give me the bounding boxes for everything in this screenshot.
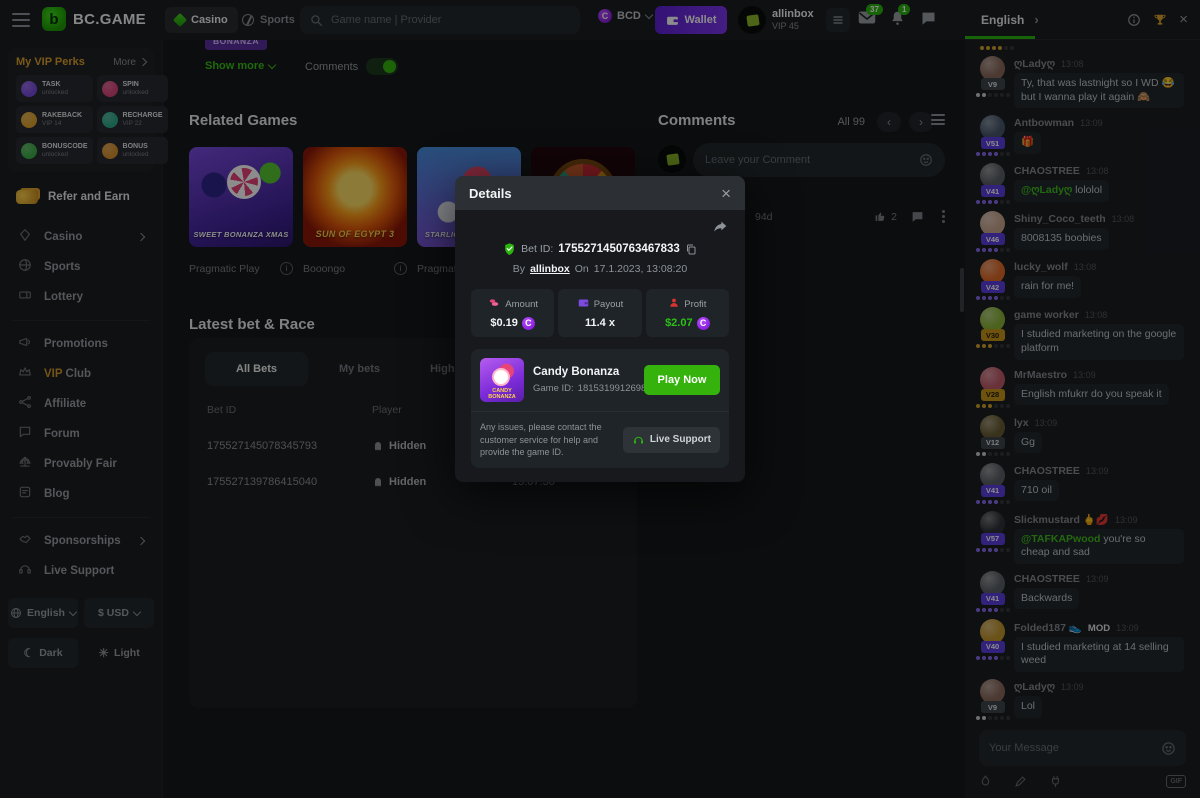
game-thumbnail[interactable]: CANDY BONANZA bbox=[480, 358, 524, 402]
bet-datetime: 17.1.2023, 13:08:20 bbox=[594, 263, 687, 275]
stat-value: $0.19 bbox=[490, 317, 518, 329]
bcd-coin-icon: C bbox=[522, 317, 535, 330]
stat-amount: Amount $0.19 C bbox=[471, 289, 554, 337]
play-now-button[interactable]: Play Now bbox=[644, 365, 720, 395]
profit-icon bbox=[668, 297, 680, 312]
game-id-label: Game ID: bbox=[533, 383, 574, 394]
stat-value: $2.07 bbox=[665, 317, 693, 329]
game-box: CANDY BONANZA Candy Bonanza Game ID: 181… bbox=[471, 349, 729, 468]
live-support-button[interactable]: Live Support bbox=[623, 427, 720, 453]
stat-label-row: Amount bbox=[487, 297, 538, 312]
verified-shield-icon bbox=[503, 242, 516, 256]
bet-id-value: 1755271450763467833 bbox=[558, 243, 680, 255]
player-link[interactable]: allinbox bbox=[530, 263, 570, 275]
bet-meta-row: By allinbox On 17.1.2023, 13:08:20 bbox=[471, 263, 729, 275]
game-name: Candy Bonanza bbox=[533, 366, 635, 378]
by-label: By bbox=[513, 263, 525, 275]
bet-details-modal: Details × Bet ID: 1755271450763467833 By… bbox=[455, 176, 745, 482]
copy-icon[interactable] bbox=[685, 243, 697, 256]
wallet-icon bbox=[577, 297, 590, 312]
share-icon[interactable] bbox=[711, 220, 729, 236]
game-id-value: 1815319912698... bbox=[578, 383, 655, 394]
stat-label: Profit bbox=[684, 299, 706, 310]
stat-label-row: Profit bbox=[668, 297, 706, 312]
modal-title: Details bbox=[469, 186, 721, 201]
stat-label-row: Payout bbox=[577, 297, 624, 312]
bet-id-label: Bet ID: bbox=[521, 243, 553, 255]
page: b BC.GAME Casino Sports C BCD Wallet all… bbox=[0, 0, 1200, 798]
bcd-coin-icon: C bbox=[697, 317, 710, 330]
stat-value-row: $2.07 C bbox=[665, 317, 710, 330]
modal-body: Bet ID: 1755271450763467833 By allinbox … bbox=[455, 210, 745, 482]
support-note: Any issues, please contact the customer … bbox=[480, 421, 615, 459]
coins-icon bbox=[487, 297, 501, 312]
bet-id-row: Bet ID: 1755271450763467833 bbox=[471, 242, 729, 256]
headset-icon bbox=[632, 434, 645, 446]
close-icon[interactable]: × bbox=[721, 185, 731, 202]
stat-payout: Payout 11.4 x bbox=[558, 289, 641, 337]
stat-value-row: $0.19 C bbox=[490, 317, 535, 330]
stat-value: 11.4 x bbox=[585, 317, 615, 329]
on-label: On bbox=[575, 263, 589, 275]
modal-header: Details × bbox=[455, 176, 745, 210]
stat-value-row: 11.4 x bbox=[585, 317, 615, 329]
stat-profit: Profit $2.07 C bbox=[646, 289, 729, 337]
stat-label: Amount bbox=[505, 299, 538, 310]
stat-label: Payout bbox=[594, 299, 624, 310]
